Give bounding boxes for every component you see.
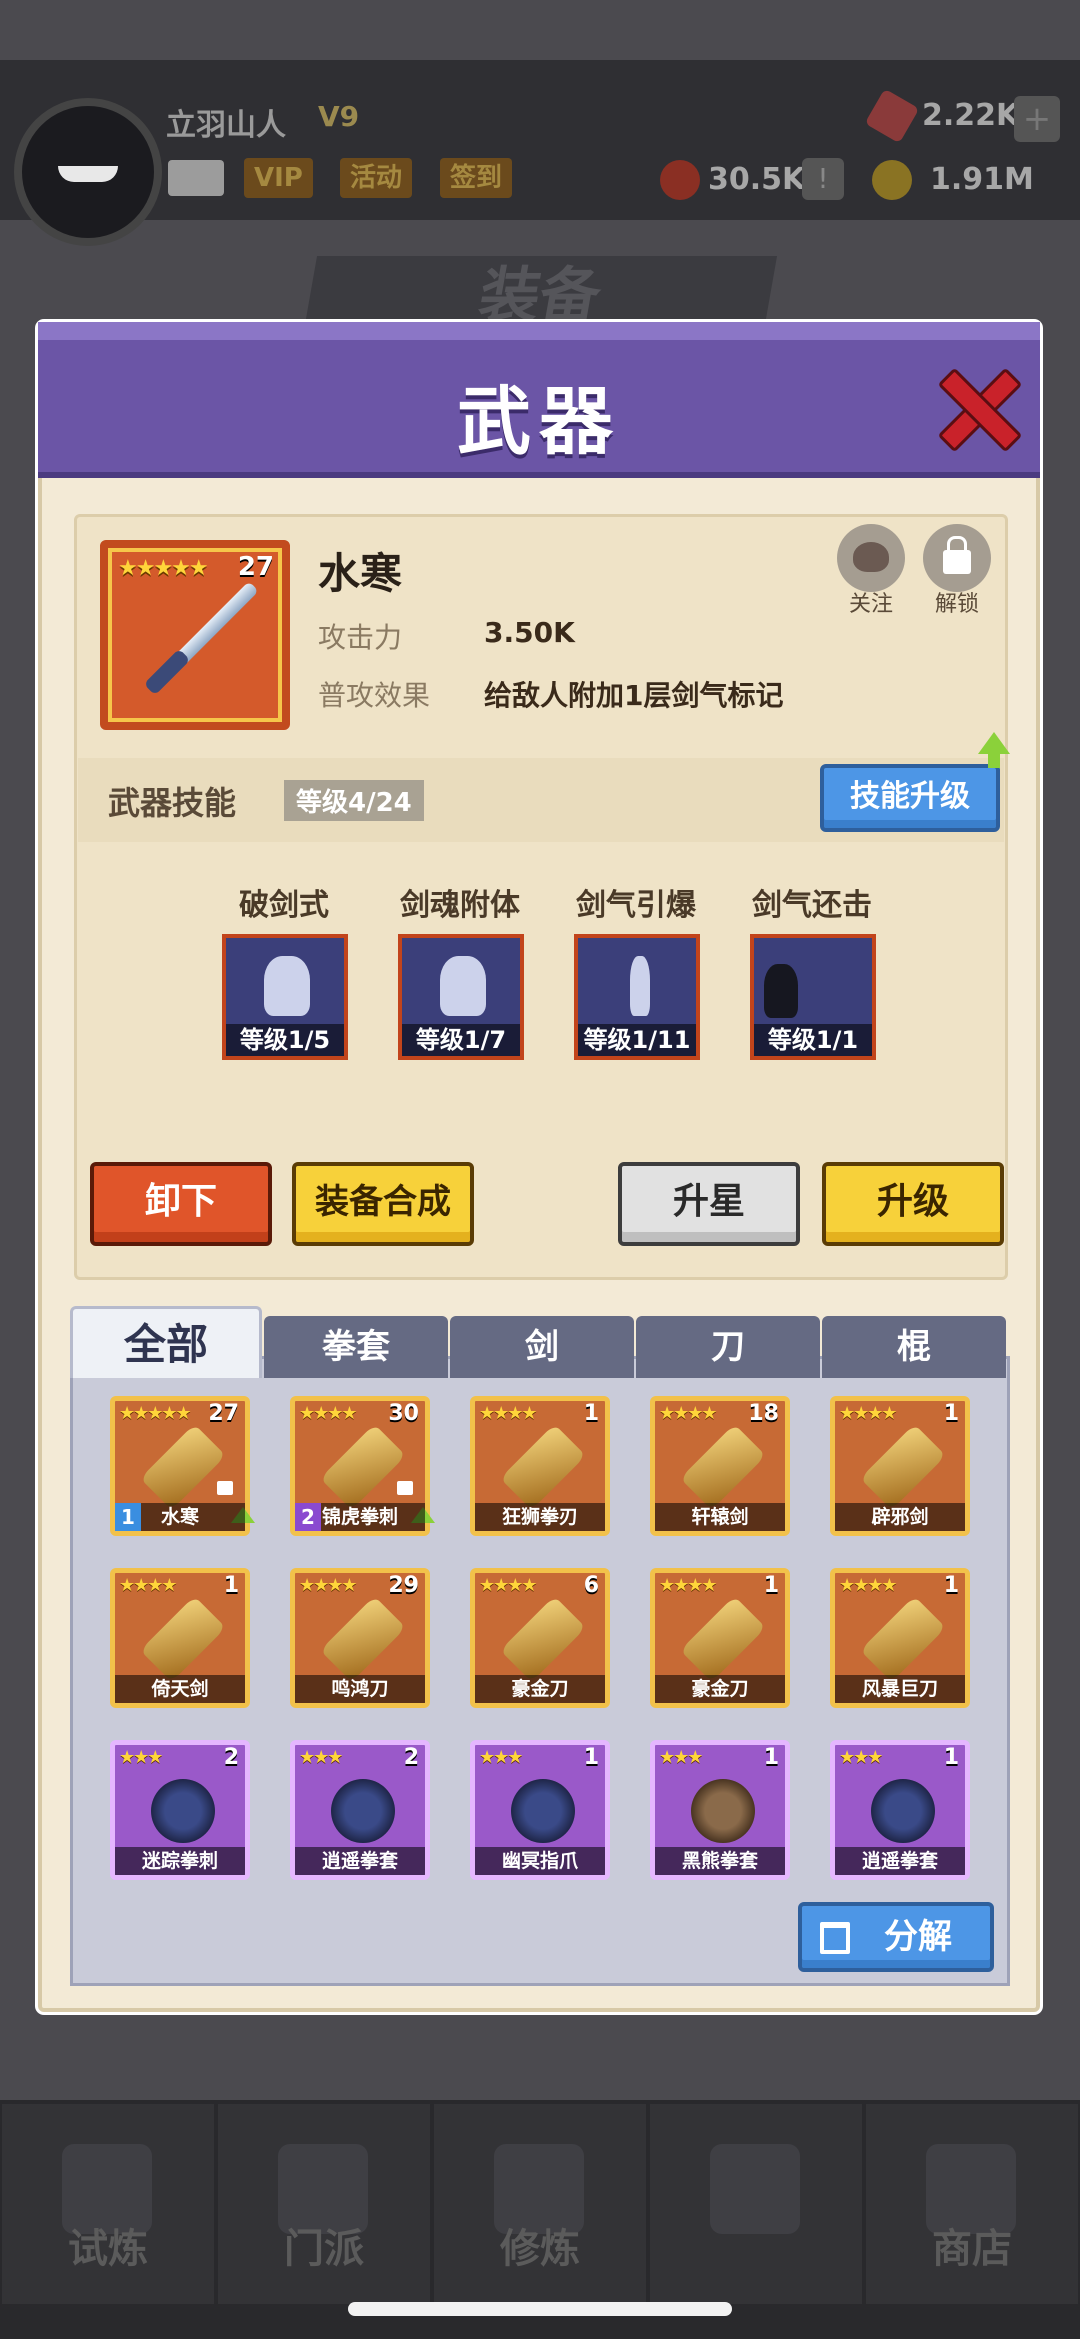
add-gems-button[interactable]: +: [1014, 96, 1060, 142]
item-card[interactable]: ★★★ 1 黑熊拳套: [650, 1740, 790, 1880]
attack-label: 攻击力: [318, 621, 403, 654]
effect-value: 给敌人附加1层剑气标记: [484, 679, 784, 712]
crossed-swords-icon: [710, 2144, 800, 2234]
skill-name-1: 破剑式: [239, 888, 329, 923]
gems-value: 2.22K: [922, 98, 1020, 133]
vip-button[interactable]: VIP: [244, 158, 313, 198]
synthesize-button[interactable]: 装备合成: [292, 1162, 474, 1246]
unequip-button[interactable]: 卸下: [90, 1162, 272, 1246]
mail-icon[interactable]: [168, 160, 224, 196]
event-button[interactable]: 活动: [340, 158, 413, 198]
item-card[interactable]: ★★★★★ 27 1 水寒: [110, 1396, 255, 1536]
gauntlet-icon: [691, 1779, 755, 1843]
lock-icon: [217, 1481, 233, 1495]
item-card[interactable]: ★★★ 2 迷踪拳刺: [110, 1740, 250, 1880]
gauntlet-icon: [151, 1779, 215, 1843]
skill-name-2: 剑魂附体: [400, 888, 520, 923]
level-up-button[interactable]: 升级: [822, 1162, 1004, 1246]
gauntlet-icon: [331, 1779, 395, 1843]
gold-value: 1.91M: [930, 162, 1034, 197]
weapon-stars: ★★★★★: [118, 556, 209, 581]
sword-icon: [860, 1424, 946, 1510]
weapon-icon: ★★★★★ 27: [100, 540, 290, 730]
skill-upgrade-button[interactable]: 技能升级: [820, 764, 1000, 832]
item-card[interactable]: ★★★ 2 逍遥拳套: [290, 1740, 430, 1880]
alert-icon[interactable]: !: [802, 158, 844, 200]
nav-sect[interactable]: 门派: [218, 2104, 430, 2304]
claw-icon: [511, 1779, 575, 1843]
item-card[interactable]: ★★★★ 6 豪金刀: [470, 1568, 610, 1708]
item-card[interactable]: ★★★★ 29 鸣鸿刀: [290, 1568, 430, 1708]
gauntlet-icon: [871, 1779, 935, 1843]
token-icon: [660, 160, 700, 200]
claw-icon: [500, 1424, 586, 1510]
modal-header: 武器: [38, 322, 1040, 478]
weapon-name: 水寒: [318, 549, 403, 598]
item-card[interactable]: ★★★★ 1 风暴巨刀: [830, 1568, 970, 1708]
home-indicator[interactable]: [348, 2302, 732, 2316]
lock-icon: [943, 536, 971, 574]
skill-name-3: 剑气引爆: [576, 888, 696, 923]
blade-icon: [500, 1596, 586, 1682]
blade-icon: [860, 1596, 946, 1682]
sword-icon: [140, 1596, 226, 1682]
gold-coin-icon: [872, 160, 912, 200]
close-icon[interactable]: [928, 358, 1024, 454]
item-card[interactable]: ★★★★ 1 辟邪剑: [830, 1396, 970, 1536]
sword-icon: [140, 1424, 226, 1510]
item-card[interactable]: ★★★★ 1 狂狮拳刃: [470, 1396, 610, 1536]
skill-icon-3[interactable]: 等级1/11: [574, 934, 700, 1060]
sword-blast-icon: [630, 956, 650, 1016]
tab-staff[interactable]: 棍: [822, 1316, 1006, 1378]
lock-icon: [397, 1481, 413, 1495]
blade-icon: [680, 1596, 766, 1682]
heart-icon: [853, 542, 889, 572]
player-avatar[interactable]: [14, 98, 162, 246]
gauntlet-icon: [320, 1424, 406, 1510]
skill-section-title: 武器技能: [108, 784, 237, 822]
blade-icon: [320, 1596, 406, 1682]
follow-button[interactable]: 关注: [836, 524, 906, 618]
item-card[interactable]: ★★★★ 18 轩辕剑: [650, 1396, 790, 1536]
unlock-button[interactable]: 解锁: [922, 524, 992, 618]
upgrade-arrow-icon: [978, 732, 1010, 768]
star-up-button[interactable]: 升星: [618, 1162, 800, 1246]
checkin-button[interactable]: 签到: [440, 158, 513, 198]
sword-icon: [680, 1424, 766, 1510]
skill-level-badge: 等级4/24: [284, 780, 424, 821]
skill-name-4: 剑气还击: [752, 888, 872, 923]
weapon-level: 27: [237, 552, 274, 582]
player-name: 立羽山人: [166, 108, 286, 143]
trash-icon: [820, 1922, 850, 1954]
nav-cultivate[interactable]: 修炼: [434, 2104, 646, 2304]
attack-value: 3.50K: [484, 616, 575, 649]
item-card[interactable]: ★★★★ 1 倚天剑: [110, 1568, 250, 1708]
vip-level: V9: [318, 100, 360, 133]
tab-sword[interactable]: 剑: [450, 1316, 634, 1378]
nav-trial[interactable]: 试炼: [2, 2104, 214, 2304]
top-status-bar: [0, 60, 1080, 220]
nav-shop[interactable]: 商店: [866, 2104, 1078, 2304]
sword-strike-icon: [264, 956, 310, 1016]
tab-gauntlet[interactable]: 拳套: [264, 1316, 448, 1378]
item-card[interactable]: ★★★ 1 逍遥拳套: [830, 1740, 970, 1880]
counter-strike-icon: [764, 964, 798, 1018]
skill-icon-1[interactable]: 等级1/5: [222, 934, 348, 1060]
skill-icon-2[interactable]: 等级1/7: [398, 934, 524, 1060]
decompose-button[interactable]: 分解: [798, 1902, 994, 1972]
skill-icon-4[interactable]: 等级1/1: [750, 934, 876, 1060]
item-card[interactable]: ★★★ 1 幽冥指爪: [470, 1740, 610, 1880]
item-card[interactable]: ★★★★ 30 2 锦虎拳刺: [290, 1396, 435, 1536]
effect-label: 普攻效果: [318, 679, 431, 712]
tab-blade[interactable]: 刀: [636, 1316, 820, 1378]
tab-all[interactable]: 全部: [70, 1306, 262, 1378]
tokens-value: 30.5K: [708, 162, 806, 197]
sword-spirit-icon: [440, 956, 486, 1016]
nav-equipment[interactable]: [650, 2104, 862, 2304]
item-card[interactable]: ★★★★ 1 豪金刀: [650, 1568, 790, 1708]
modal-title: 武器: [457, 379, 621, 465]
